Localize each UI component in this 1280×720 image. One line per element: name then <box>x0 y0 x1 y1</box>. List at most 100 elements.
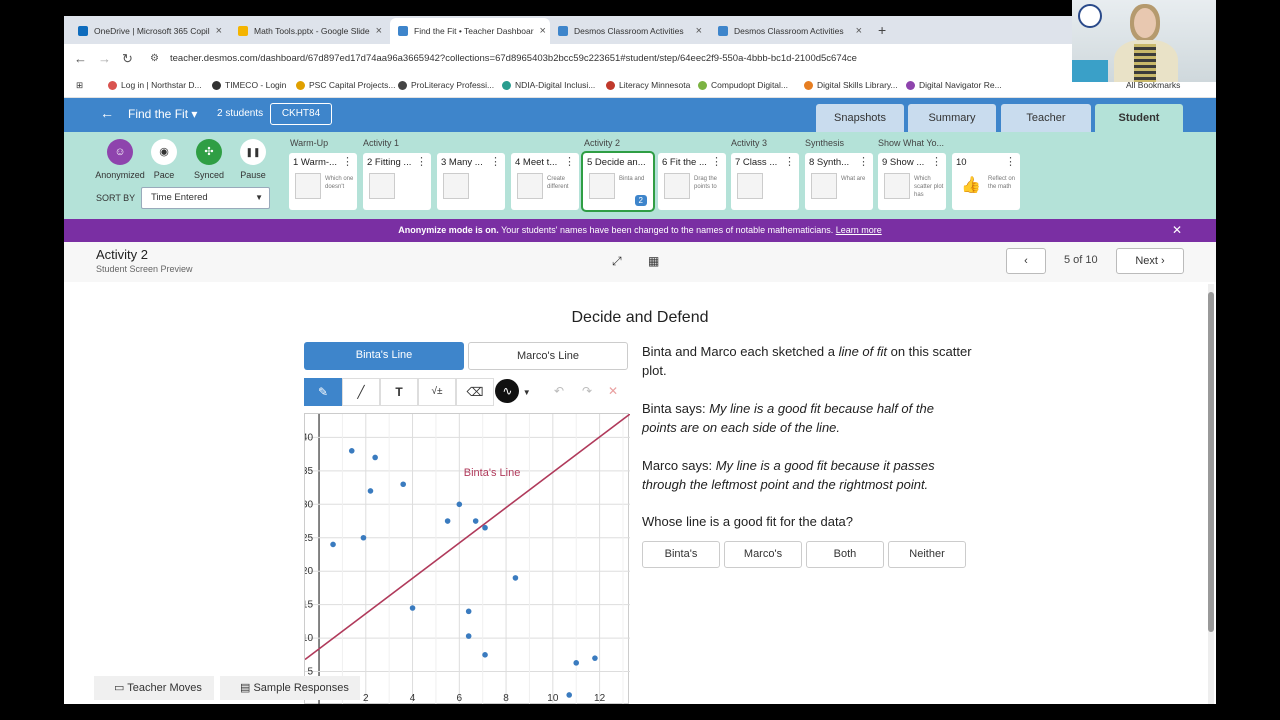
bookmark-icon <box>398 80 407 90</box>
more-icon[interactable]: ⋮ <box>784 155 795 168</box>
dashboard-controls: ☺ Anonymized ◉ Pace ✣ Synced ❚❚ Pause SORT B… <box>64 132 1216 219</box>
screen-card-3[interactable]: 3 Many ... ⋮ <box>437 153 505 210</box>
pencil-icon[interactable]: ✎ <box>304 378 342 406</box>
previous-button[interactable]: ‹ <box>1006 248 1046 274</box>
clear-icon[interactable]: ✕ <box>598 378 628 406</box>
bookmark-icon <box>906 80 915 90</box>
close-tab-icon[interactable]: × <box>850 25 862 37</box>
tab-student[interactable]: Student <box>1095 104 1183 132</box>
learn-more-link[interactable]: Learn more <box>836 225 882 235</box>
marcos-line-tab[interactable]: Marco's Line <box>468 342 628 370</box>
screen-card-1[interactable]: 1 Warm-... ⋮ Which one doesn't <box>289 153 357 210</box>
screen-card-4[interactable]: 4 Meet t... ⋮ Create different <box>511 153 579 210</box>
eraser-icon[interactable]: ⌫ <box>456 378 494 406</box>
tab-teacher[interactable]: Teacher <box>1001 104 1091 132</box>
bookmark-item[interactable]: PSC Capital Projects... <box>296 80 395 90</box>
sample-responses-button[interactable]: ▤ Sample Responses <box>220 676 360 700</box>
apps-icon[interactable]: ⊞ <box>76 80 83 91</box>
bookmark-icon <box>698 80 707 90</box>
close-icon[interactable]: ✕ <box>1172 219 1182 242</box>
choice-bintas[interactable]: Binta's <box>642 541 720 568</box>
teacher-moves-button[interactable]: ▭ Teacher Moves <box>94 676 214 700</box>
more-icon[interactable]: ⋮ <box>931 155 942 168</box>
card-thumbnail <box>517 173 543 199</box>
browser-tab-slides[interactable]: Math Tools.pptx - Google Slide × <box>230 18 390 44</box>
class-code[interactable]: CKHT84 <box>270 103 332 125</box>
tab-summary[interactable]: Summary <box>908 104 996 132</box>
screen-card-5[interactable]: 5 Decide an... Binta and 2 <box>581 151 655 212</box>
screen-card-9[interactable]: 9 Show ... ⋮ Which scatter plot has <box>878 153 946 210</box>
calculator-icon[interactable]: ▦ <box>648 254 659 268</box>
browser-tab-onedrive[interactable]: OneDrive | Microsoft 365 Copil × <box>70 18 230 44</box>
url-field[interactable]: teacher.desmos.com/dashboard/67d897ed17d… <box>170 53 857 64</box>
sort-select[interactable]: Time Entered ▼ <box>141 187 270 209</box>
close-tab-icon[interactable]: × <box>370 25 382 37</box>
bookmark-item[interactable]: Digital Skills Library... <box>804 80 898 90</box>
sketch-toolbar: ✎ ╱ T √± ⌫ ∿ ▼ ↶ ↷ ✕ <box>304 378 628 406</box>
screen-card-7[interactable]: 7 Class ... ⋮ <box>731 153 799 210</box>
prompt-marco: Marco says: My line is a good fit becaus… <box>642 458 935 492</box>
scrollbar-thumb[interactable] <box>1208 292 1214 632</box>
line-tool-icon[interactable]: ╱ <box>342 378 380 406</box>
more-icon[interactable]: ⋮ <box>564 155 575 168</box>
back-arrow-icon[interactable]: ← <box>74 51 87 66</box>
synced-toggle[interactable]: ✣ Synced <box>184 139 234 180</box>
bookmark-item[interactable]: ProLiteracy Professi... <box>398 80 494 90</box>
more-icon[interactable]: ⋮ <box>416 155 427 168</box>
more-icon[interactable]: ⋮ <box>342 155 353 168</box>
pause-button[interactable]: ❚❚ Pause <box>228 139 278 180</box>
bookmark-item[interactable]: Log in | Northstar D... <box>108 80 202 90</box>
tab-snapshots[interactable]: Snapshots <box>816 104 904 132</box>
choice-marcos[interactable]: Marco's <box>724 541 802 568</box>
bookmark-item[interactable]: Digital Navigator Re... <box>906 80 1002 90</box>
back-arrow-icon[interactable]: ← <box>100 105 114 121</box>
site-info-icon[interactable]: ⚙ <box>150 53 159 64</box>
text-tool-icon[interactable]: T <box>380 378 418 406</box>
close-tab-icon[interactable]: × <box>210 25 222 37</box>
data-point <box>456 501 463 508</box>
data-point <box>400 481 407 488</box>
math-tool-icon[interactable]: √± <box>418 378 456 406</box>
next-button[interactable]: Next › <box>1116 248 1184 274</box>
bookmark-item[interactable]: NDIA-Digital Inclusi... <box>502 80 595 90</box>
data-point <box>592 655 598 661</box>
screen-card-2[interactable]: 2 Fitting ... ⋮ <box>363 153 431 210</box>
more-icon[interactable]: ⋮ <box>1005 155 1016 168</box>
prompt-intro: Binta and Marco each sketched a line of … <box>642 344 972 378</box>
pace-button[interactable]: ◉ Pace <box>139 139 189 180</box>
anonymized-toggle[interactable]: ☺ Anonymized <box>95 139 145 180</box>
close-tab-icon[interactable]: × <box>534 25 546 37</box>
preview-subtitle: Student Screen Preview <box>96 264 193 274</box>
bookmark-item[interactable]: TIMECO - Login <box>212 80 286 90</box>
scatter-plot[interactable]: 24681012510152025303540Binta's Line <box>302 413 631 704</box>
browser-tab-dashboard[interactable]: Find the Fit • Teacher Dashboar × <box>390 18 550 44</box>
reload-icon[interactable]: ↻ <box>122 51 133 67</box>
screen-card-10[interactable]: 10 ⋮ 👍 Reflect on the math <box>952 153 1020 210</box>
bintas-line-tab[interactable]: Binta's Line <box>304 342 464 370</box>
browser-tab-desmos-2[interactable]: Desmos Classroom Activities × <box>710 18 870 44</box>
choice-neither[interactable]: Neither <box>888 541 966 568</box>
data-point <box>409 605 416 611</box>
more-icon[interactable]: ⋮ <box>490 155 501 168</box>
expand-icon[interactable]: ⤢ <box>612 254 622 269</box>
page-indicator: 5 of 10 <box>1064 254 1098 266</box>
screen-card-8[interactable]: 8 Synth... ⋮ What are <box>805 153 873 210</box>
forward-arrow-icon[interactable]: → <box>98 51 111 66</box>
choice-both[interactable]: Both <box>806 541 884 568</box>
notebook-icon: ▤ <box>240 682 251 694</box>
bookmark-item[interactable]: Literacy Minnesota <box>606 80 690 90</box>
color-picker[interactable]: ∿ ▼ <box>494 378 532 406</box>
close-tab-icon[interactable]: × <box>690 25 702 37</box>
screen-card-6[interactable]: 6 Fit the ... ⋮ Drag the points to <box>658 153 726 210</box>
bookmark-item[interactable]: Compudopt Digital... <box>698 80 788 90</box>
activity-title-menu[interactable]: Find the Fit ▾ <box>128 107 197 121</box>
more-icon[interactable]: ⋮ <box>711 155 722 168</box>
student-count[interactable]: 2 students <box>217 108 263 119</box>
screen-title: Decide and Defend <box>571 309 709 326</box>
browser-tab-desmos-1[interactable]: Desmos Classroom Activities × <box>550 18 710 44</box>
data-point <box>444 518 451 524</box>
card-thumbnail <box>443 173 469 199</box>
new-tab-button[interactable]: + <box>878 22 886 38</box>
more-icon[interactable]: ⋮ <box>858 155 869 168</box>
anonymize-banner: Anonymize mode is on. Your students' nam… <box>64 219 1216 242</box>
